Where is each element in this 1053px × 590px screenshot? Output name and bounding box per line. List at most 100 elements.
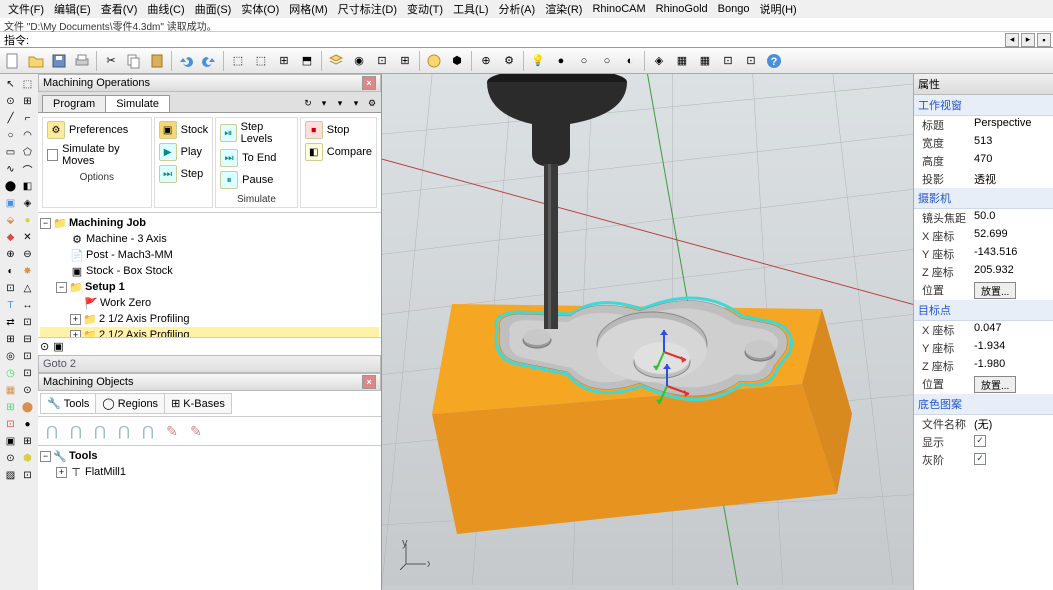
tool-icon-14[interactable]: ▦ bbox=[671, 50, 693, 72]
expand-icon[interactable]: + bbox=[56, 467, 67, 478]
tree-stock[interactable]: ▣Stock - Box Stock bbox=[40, 263, 379, 279]
line-icon[interactable]: ╱ bbox=[2, 110, 19, 127]
box-icon[interactable]: ▣ bbox=[2, 195, 19, 212]
obj-tree[interactable]: −🔧Tools +⊤FlatMill1 bbox=[38, 446, 381, 590]
redo-icon[interactable] bbox=[198, 50, 220, 72]
tool-icon-12[interactable]: ◐ bbox=[619, 50, 641, 72]
tree-machine[interactable]: ⚙Machine - 3 Axis bbox=[40, 231, 379, 247]
prop-camy-val[interactable]: -143.516 bbox=[974, 246, 1053, 262]
tool-icon-8[interactable]: ⊕ bbox=[475, 50, 497, 72]
arc-icon[interactable]: ◠ bbox=[19, 127, 36, 144]
tool-g-icon[interactable]: ◆ bbox=[2, 229, 19, 246]
goto-bar[interactable]: Goto 2 bbox=[38, 355, 381, 373]
prop-proj-val[interactable]: 透视 bbox=[974, 171, 1053, 187]
cut-icon[interactable]: ✂ bbox=[100, 50, 122, 72]
tool-y-icon[interactable]: ▣ bbox=[2, 433, 19, 450]
tab-program[interactable]: Program bbox=[42, 95, 106, 112]
cmd-next-button[interactable]: ▸ bbox=[1021, 33, 1035, 47]
tool-icon-1[interactable]: ⬚ bbox=[227, 50, 249, 72]
menu-tools[interactable]: 工具(L) bbox=[449, 0, 492, 18]
tree-tool1-icon[interactable]: ⊙ bbox=[40, 340, 49, 353]
explode-icon[interactable]: ✸ bbox=[19, 263, 36, 280]
tool-aa-icon[interactable]: ⊙ bbox=[2, 450, 19, 467]
play-button[interactable]: ▶Play bbox=[157, 142, 211, 162]
tab-arrow4-icon[interactable]: ▾ bbox=[349, 96, 363, 110]
collapse-icon[interactable]: − bbox=[40, 218, 51, 229]
clock-icon[interactable]: ◷ bbox=[2, 365, 19, 382]
tool-s-icon[interactable]: ⊡ bbox=[19, 348, 36, 365]
curve-icon[interactable]: ∿ bbox=[2, 161, 19, 178]
tool-icon-10[interactable]: ○ bbox=[573, 50, 595, 72]
tool-x-icon[interactable]: ● bbox=[19, 416, 36, 433]
cmd-toggle-button[interactable]: ▪ bbox=[1037, 33, 1051, 47]
obj-tool6-icon[interactable]: ✎ bbox=[162, 421, 182, 441]
gray-checkbox[interactable]: ✓ bbox=[974, 453, 986, 465]
prop-title-val[interactable]: Perspective bbox=[974, 117, 1053, 133]
tool-h-icon[interactable]: ✕ bbox=[19, 229, 36, 246]
tool-icon-15[interactable]: ▦ bbox=[694, 50, 716, 72]
menu-file[interactable]: 文件(F) bbox=[4, 0, 48, 18]
tree-tool2-icon[interactable]: ▣ bbox=[53, 340, 63, 353]
tool-icon-9[interactable]: ● bbox=[550, 50, 572, 72]
stop-button[interactable]: ⏹Stop bbox=[303, 120, 374, 140]
prop-camz-val[interactable]: 205.932 bbox=[974, 264, 1053, 280]
preferences-button[interactable]: ⚙Preferences bbox=[45, 120, 149, 140]
render-icon[interactable] bbox=[423, 50, 445, 72]
tab-arrow2-icon[interactable]: ▾ bbox=[317, 96, 331, 110]
menu-edit[interactable]: 编辑(E) bbox=[50, 0, 95, 18]
help-icon[interactable]: ? bbox=[763, 50, 785, 72]
tool-icon-3[interactable]: ⊞ bbox=[273, 50, 295, 72]
collapse-icon[interactable]: − bbox=[56, 282, 67, 293]
tool-f-icon[interactable]: ◈ bbox=[19, 195, 36, 212]
undo-icon[interactable] bbox=[175, 50, 197, 72]
tool-d-icon[interactable]: ⬤ bbox=[2, 178, 19, 195]
tool-b-icon[interactable]: ⊞ bbox=[19, 93, 36, 110]
tool-ab-icon[interactable]: ⬢ bbox=[19, 450, 36, 467]
tool-v-icon[interactable]: ⊞ bbox=[2, 399, 19, 416]
tab-simulate[interactable]: Simulate bbox=[105, 95, 170, 112]
menu-render[interactable]: 渲染(R) bbox=[541, 0, 586, 18]
obj-tool5-icon[interactable]: ⋂ bbox=[138, 421, 158, 441]
cmd-prev-button[interactable]: ◂ bbox=[1005, 33, 1019, 47]
menu-view[interactable]: 查看(V) bbox=[97, 0, 142, 18]
tool-k-icon[interactable]: ◐ bbox=[2, 263, 19, 280]
tree-setup[interactable]: −📁Setup 1 bbox=[40, 279, 379, 295]
tool-icon-16[interactable]: ⊡ bbox=[717, 50, 739, 72]
menu-rhinogold[interactable]: RhinoGold bbox=[652, 2, 712, 16]
select-icon[interactable]: ↖ bbox=[2, 76, 19, 93]
tool-z-icon[interactable]: ⊞ bbox=[19, 433, 36, 450]
menu-mesh[interactable]: 网格(M) bbox=[285, 0, 332, 18]
tool-icon-17[interactable]: ⊡ bbox=[740, 50, 762, 72]
tool-q-icon[interactable]: ⊟ bbox=[19, 331, 36, 348]
tree-prof2[interactable]: +📁2 1/2 Axis Profiling bbox=[40, 327, 379, 337]
tool-icon-13[interactable]: ◈ bbox=[648, 50, 670, 72]
open-file-icon[interactable] bbox=[25, 50, 47, 72]
menu-solid[interactable]: 实体(O) bbox=[237, 0, 283, 18]
text-icon[interactable]: T bbox=[2, 297, 19, 314]
tool-a-icon[interactable]: ⊙ bbox=[2, 93, 19, 110]
tool-p-icon[interactable]: ⊞ bbox=[2, 331, 19, 348]
tree-workzero[interactable]: 🚩Work Zero bbox=[40, 295, 379, 311]
obj-tool1-icon[interactable]: ⋂ bbox=[42, 421, 62, 441]
paste-icon[interactable] bbox=[146, 50, 168, 72]
obj-tree-item[interactable]: +⊤FlatMill1 bbox=[40, 464, 379, 480]
tab-kbases[interactable]: ⊞K-Bases bbox=[164, 393, 232, 414]
tool-r-icon[interactable]: ◎ bbox=[2, 348, 19, 365]
step-button[interactable]: ⏭Step bbox=[157, 164, 211, 184]
tool-icon-11[interactable]: ○ bbox=[596, 50, 618, 72]
tool-l-icon[interactable]: ⊡ bbox=[2, 280, 19, 297]
prop-file-val[interactable]: (无) bbox=[974, 416, 1053, 432]
menu-help[interactable]: 说明(H) bbox=[755, 0, 800, 18]
tree-prof1[interactable]: +📁2 1/2 Axis Profiling bbox=[40, 311, 379, 327]
save-file-icon[interactable] bbox=[48, 50, 70, 72]
tool-c-icon[interactable]: ⌒ bbox=[19, 161, 36, 178]
cylinder-icon[interactable]: ⬙ bbox=[2, 212, 19, 229]
menu-transform[interactable]: 变动(T) bbox=[403, 0, 447, 18]
expand-icon[interactable]: + bbox=[70, 314, 81, 325]
menu-analyze[interactable]: 分析(A) bbox=[495, 0, 540, 18]
tab-tools[interactable]: 🔧Tools bbox=[40, 393, 96, 414]
tool-ad-icon[interactable]: ⊡ bbox=[19, 467, 36, 484]
tab-regions[interactable]: ◯Regions bbox=[95, 393, 165, 414]
ops-tree[interactable]: −📁Machining Job ⚙Machine - 3 Axis 📄Post … bbox=[38, 213, 381, 337]
circle-icon[interactable]: ○ bbox=[2, 127, 19, 144]
